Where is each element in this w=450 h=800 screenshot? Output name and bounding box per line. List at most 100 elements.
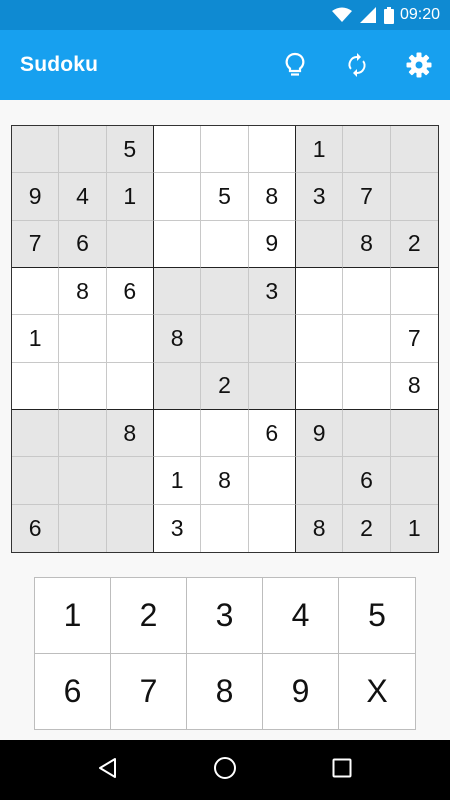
number-key-9[interactable]: 9 xyxy=(263,653,339,729)
number-key-2[interactable]: 2 xyxy=(111,578,187,654)
board-cell-r8-c9[interactable] xyxy=(390,457,438,505)
board-cell-r7-c6[interactable]: 6 xyxy=(248,409,296,458)
board-cell-r2-c5[interactable]: 5 xyxy=(201,173,249,221)
board-cell-r7-c2[interactable] xyxy=(59,409,107,458)
board-cell-r3-c8[interactable]: 8 xyxy=(343,220,391,268)
board-cell-r6-c7[interactable] xyxy=(295,362,344,410)
status-icons xyxy=(331,6,394,24)
board-cell-r6-c8[interactable] xyxy=(343,362,391,410)
board-cell-r4-c3[interactable]: 6 xyxy=(106,267,154,316)
board-cell-r2-c4[interactable] xyxy=(153,173,202,221)
board-cell-r3-c9[interactable]: 2 xyxy=(390,220,438,268)
board-cell-r2-c6[interactable]: 8 xyxy=(248,173,296,221)
board-cell-r8-c3[interactable] xyxy=(106,457,154,505)
board-cell-r6-c6[interactable] xyxy=(248,362,296,410)
board-cell-r5-c2[interactable] xyxy=(59,315,107,363)
board-cell-r8-c2[interactable] xyxy=(59,457,107,505)
board-cell-r3-c4[interactable] xyxy=(153,220,202,268)
board-cell-r3-c1[interactable]: 7 xyxy=(12,220,60,268)
clear-key[interactable]: X xyxy=(339,654,415,730)
board-cell-r4-c9[interactable] xyxy=(390,267,438,316)
board-cell-r9-c4[interactable]: 3 xyxy=(153,504,202,552)
board-cell-r9-c2[interactable] xyxy=(59,504,107,552)
recents-button[interactable] xyxy=(312,740,372,800)
board-cell-r6-c5[interactable]: 2 xyxy=(201,362,249,410)
board-cell-r2-c2[interactable]: 4 xyxy=(59,173,107,221)
back-button[interactable] xyxy=(78,740,138,800)
board-cell-r3-c7[interactable] xyxy=(295,220,344,268)
board-cell-r4-c2[interactable]: 8 xyxy=(59,267,107,316)
board-cell-r2-c8[interactable]: 7 xyxy=(343,173,391,221)
new-game-button[interactable] xyxy=(326,30,388,100)
board-cell-r6-c2[interactable] xyxy=(59,362,107,410)
board-cell-r7-c9[interactable] xyxy=(390,409,438,458)
board-cell-r2-c1[interactable]: 9 xyxy=(12,173,60,221)
home-button[interactable] xyxy=(195,740,255,800)
number-key-5[interactable]: 5 xyxy=(339,578,415,654)
number-key-4[interactable]: 4 xyxy=(263,578,339,654)
board-cell-r6-c3[interactable] xyxy=(106,362,154,410)
board-cell-r9-c6[interactable] xyxy=(248,504,296,552)
board-cell-r2-c3[interactable]: 1 xyxy=(106,173,154,221)
board-cell-r2-c9[interactable] xyxy=(390,173,438,221)
board-cell-r1-c9[interactable] xyxy=(390,126,438,174)
board-cell-r9-c3[interactable] xyxy=(106,504,154,552)
board-cell-r1-c6[interactable] xyxy=(248,126,296,174)
board-cell-r7-c1[interactable] xyxy=(12,409,60,458)
board-cell-r5-c9[interactable]: 7 xyxy=(390,315,438,363)
board-cell-r7-c3[interactable]: 8 xyxy=(106,409,154,458)
board-cell-r4-c7[interactable] xyxy=(295,267,344,316)
board-cell-r2-c7[interactable]: 3 xyxy=(295,173,344,221)
board-cell-r1-c8[interactable] xyxy=(343,126,391,174)
board-cell-r8-c4[interactable]: 1 xyxy=(153,457,202,505)
board-cell-r3-c5[interactable] xyxy=(201,220,249,268)
board-cell-r1-c7[interactable]: 1 xyxy=(295,126,344,174)
board-cell-r9-c8[interactable]: 2 xyxy=(343,504,391,552)
back-icon xyxy=(97,757,119,784)
board-cell-r4-c1[interactable] xyxy=(12,267,60,316)
board-cell-r1-c3[interactable]: 5 xyxy=(106,126,154,174)
board-cell-r1-c1[interactable] xyxy=(12,126,60,174)
board-cell-r8-c6[interactable] xyxy=(248,457,296,505)
board-cell-r8-c7[interactable] xyxy=(295,457,344,505)
board-cell-r6-c9[interactable]: 8 xyxy=(390,362,438,410)
board-cell-r7-c4[interactable] xyxy=(153,409,202,458)
board-cell-r8-c8[interactable]: 6 xyxy=(343,457,391,505)
board-cell-r7-c5[interactable] xyxy=(201,409,249,458)
wifi-icon xyxy=(331,7,352,23)
board-cell-r5-c5[interactable] xyxy=(201,315,249,363)
board-cell-r5-c3[interactable] xyxy=(106,315,154,363)
board-cell-r9-c7[interactable]: 8 xyxy=(295,504,344,552)
board-cell-r9-c5[interactable] xyxy=(201,504,249,552)
board-cell-r5-c7[interactable] xyxy=(295,315,344,363)
board-cell-r7-c7[interactable]: 9 xyxy=(295,409,344,458)
board-cell-r3-c2[interactable]: 6 xyxy=(59,220,107,268)
number-key-7[interactable]: 7 xyxy=(111,653,187,729)
board-cell-r1-c2[interactable] xyxy=(59,126,107,174)
board-cell-r6-c4[interactable] xyxy=(153,362,202,410)
number-key-3[interactable]: 3 xyxy=(187,578,263,654)
board-cell-r5-c8[interactable] xyxy=(343,315,391,363)
number-key-1[interactable]: 1 xyxy=(35,578,111,654)
board-cell-r1-c4[interactable] xyxy=(153,126,202,174)
settings-button[interactable] xyxy=(388,30,450,100)
board-cell-r8-c5[interactable]: 8 xyxy=(201,457,249,505)
number-key-8[interactable]: 8 xyxy=(187,653,263,729)
board-cell-r7-c8[interactable] xyxy=(343,409,391,458)
number-key-6[interactable]: 6 xyxy=(35,653,111,729)
board-cell-r5-c4[interactable]: 8 xyxy=(153,315,202,363)
board-cell-r9-c1[interactable]: 6 xyxy=(12,504,60,552)
board-cell-r9-c9[interactable]: 1 xyxy=(390,504,438,552)
hint-button[interactable] xyxy=(264,30,326,100)
board-cell-r8-c1[interactable] xyxy=(12,457,60,505)
board-cell-r5-c1[interactable]: 1 xyxy=(12,315,60,363)
board-cell-r4-c4[interactable] xyxy=(153,267,202,316)
board-cell-r5-c6[interactable] xyxy=(248,315,296,363)
board-cell-r4-c8[interactable] xyxy=(343,267,391,316)
board-cell-r4-c6[interactable]: 3 xyxy=(248,267,296,316)
board-cell-r6-c1[interactable] xyxy=(12,362,60,410)
board-cell-r1-c5[interactable] xyxy=(201,126,249,174)
board-cell-r4-c5[interactable] xyxy=(201,267,249,316)
board-cell-r3-c3[interactable] xyxy=(106,220,154,268)
board-cell-r3-c6[interactable]: 9 xyxy=(248,220,296,268)
